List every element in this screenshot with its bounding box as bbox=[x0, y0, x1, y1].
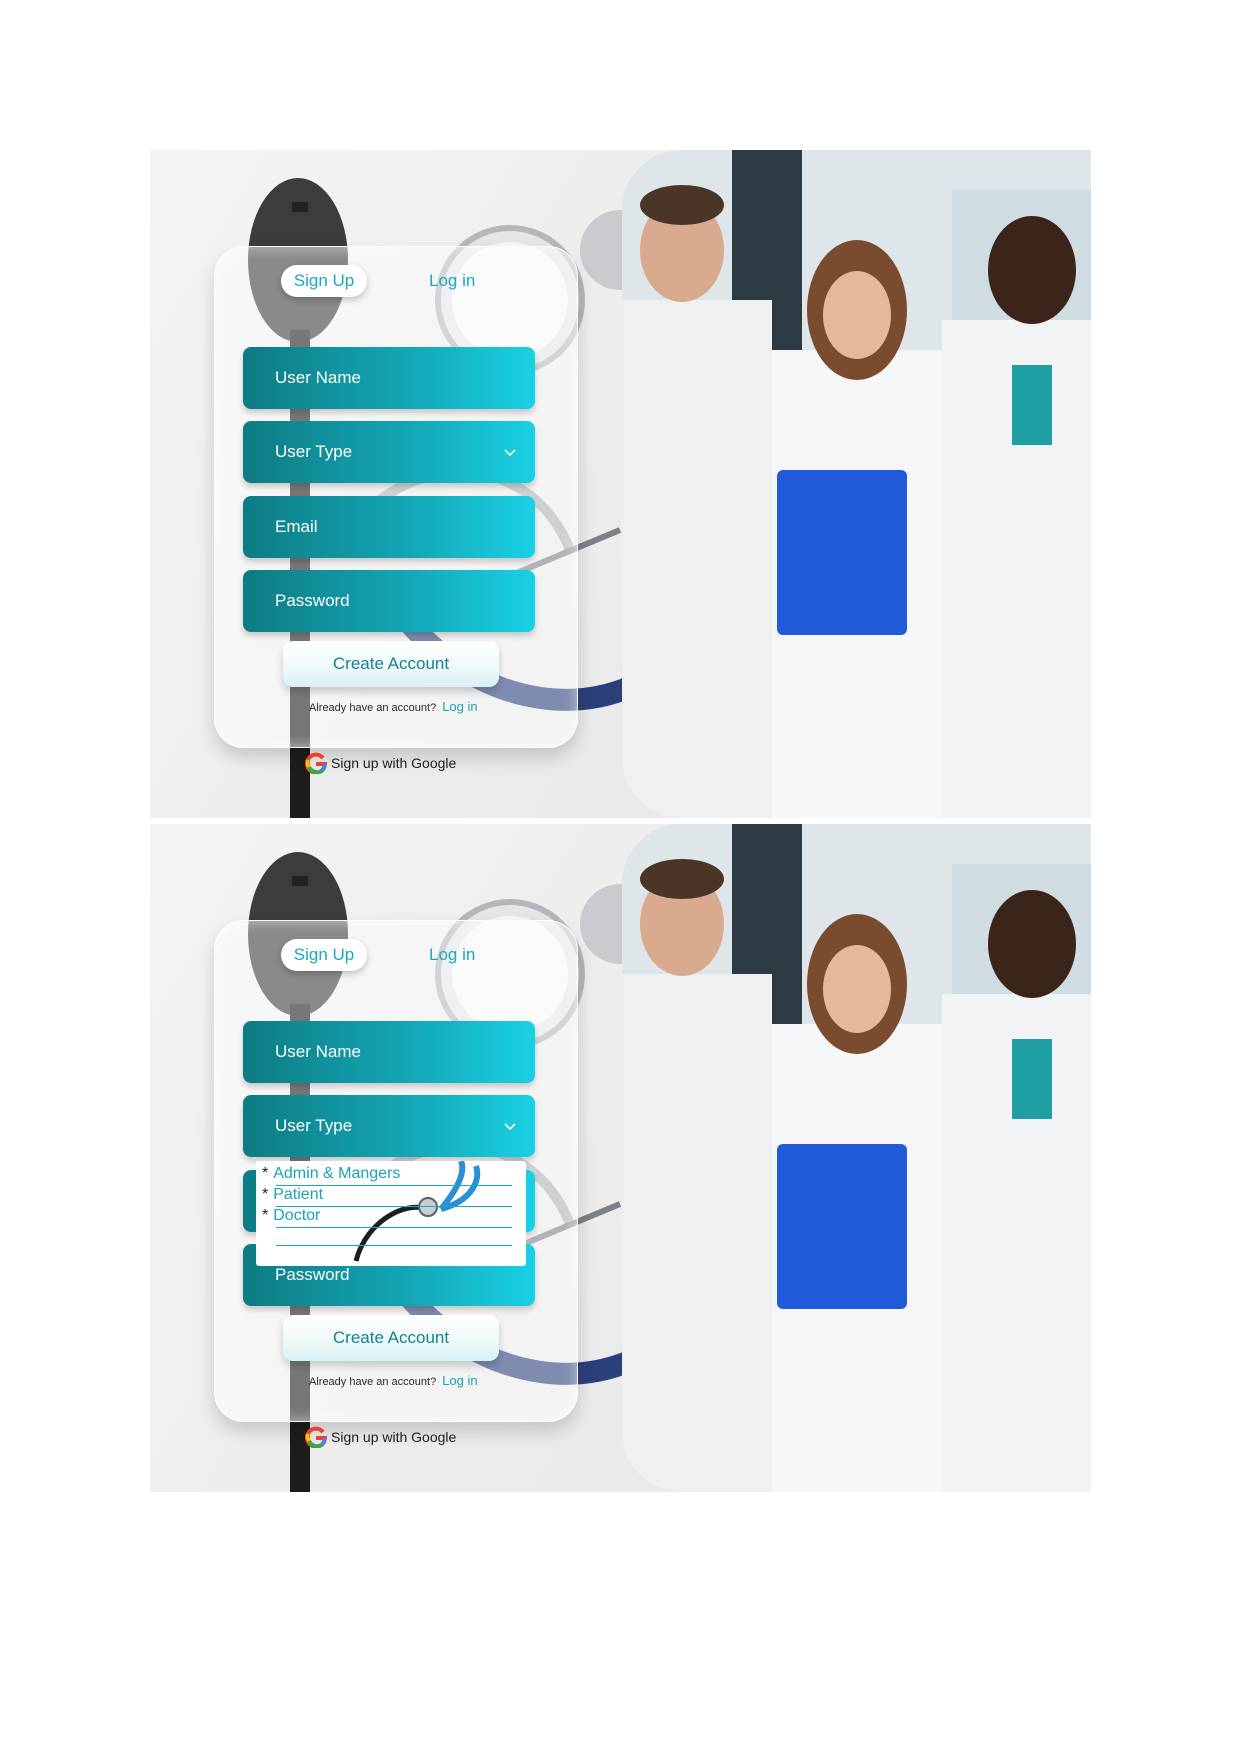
chevron-down-icon bbox=[504, 449, 516, 457]
signup-screen-default: Sign Up Log in User Name User Type Email… bbox=[150, 150, 1091, 818]
option-divider bbox=[276, 1227, 512, 1228]
password-field-label: Password bbox=[275, 591, 350, 610]
google-signup-label: Sign up with Google bbox=[331, 755, 457, 771]
google-signup-button[interactable]: Sign up with Google bbox=[305, 1424, 456, 1450]
tab-login[interactable]: Log in bbox=[429, 265, 489, 297]
option-divider bbox=[276, 1245, 512, 1246]
user-type-label: User Type bbox=[275, 1116, 353, 1135]
google-signup-label: Sign up with Google bbox=[331, 1429, 457, 1445]
chevron-down-icon bbox=[504, 1123, 516, 1131]
option-admin-managers[interactable]: * Admin & Mangers bbox=[262, 1165, 400, 1187]
already-text: Already have an account? bbox=[309, 702, 437, 714]
create-account-button[interactable]: Create Account bbox=[283, 1315, 499, 1361]
already-have-account: Already have an account? Log in bbox=[309, 699, 478, 714]
username-field-label: User Name bbox=[275, 1042, 361, 1061]
login-link[interactable]: Log in bbox=[442, 1373, 477, 1388]
username-field[interactable]: User Name bbox=[243, 1021, 535, 1083]
option-doctor-label: Doctor bbox=[273, 1207, 321, 1224]
user-type-label: User Type bbox=[275, 442, 353, 461]
google-signup-button[interactable]: Sign up with Google bbox=[305, 750, 456, 776]
username-field[interactable]: User Name bbox=[243, 347, 535, 409]
username-field-label: User Name bbox=[275, 368, 361, 387]
doctors-photo bbox=[622, 150, 1091, 818]
user-type-select[interactable]: User Type bbox=[243, 1095, 535, 1157]
password-field[interactable]: Password bbox=[243, 570, 535, 632]
tab-signup[interactable]: Sign Up bbox=[281, 265, 367, 297]
signup-card: Sign Up Log in User Name User Type Email… bbox=[214, 246, 578, 748]
login-link[interactable]: Log in bbox=[442, 699, 477, 714]
doctors-photo bbox=[622, 824, 1091, 1492]
tab-login[interactable]: Log in bbox=[429, 939, 489, 971]
option-doctor[interactable]: * Doctor bbox=[262, 1207, 320, 1229]
google-icon bbox=[305, 1426, 327, 1448]
tab-signup[interactable]: Sign Up bbox=[281, 939, 367, 971]
signup-card: Sign Up Log in User Name User Type Passw… bbox=[214, 920, 578, 1422]
email-field[interactable]: Email bbox=[243, 496, 535, 558]
email-field-label: Email bbox=[275, 517, 318, 536]
create-account-button[interactable]: Create Account bbox=[283, 641, 499, 687]
already-text: Already have an account? bbox=[309, 1376, 437, 1388]
google-icon bbox=[305, 752, 327, 774]
option-admin-managers-label: Admin & Mangers bbox=[273, 1165, 401, 1182]
signup-screen-dropdown-open: Sign Up Log in User Name User Type Passw… bbox=[150, 824, 1091, 1492]
password-field-label: Password bbox=[275, 1265, 350, 1284]
already-have-account: Already have an account? Log in bbox=[309, 1373, 478, 1388]
option-patient[interactable]: * Patient bbox=[262, 1186, 323, 1208]
option-patient-label: Patient bbox=[273, 1186, 324, 1203]
user-type-select[interactable]: User Type bbox=[243, 421, 535, 483]
user-type-dropdown: * Admin & Mangers * Patient * Doctor bbox=[256, 1161, 526, 1266]
